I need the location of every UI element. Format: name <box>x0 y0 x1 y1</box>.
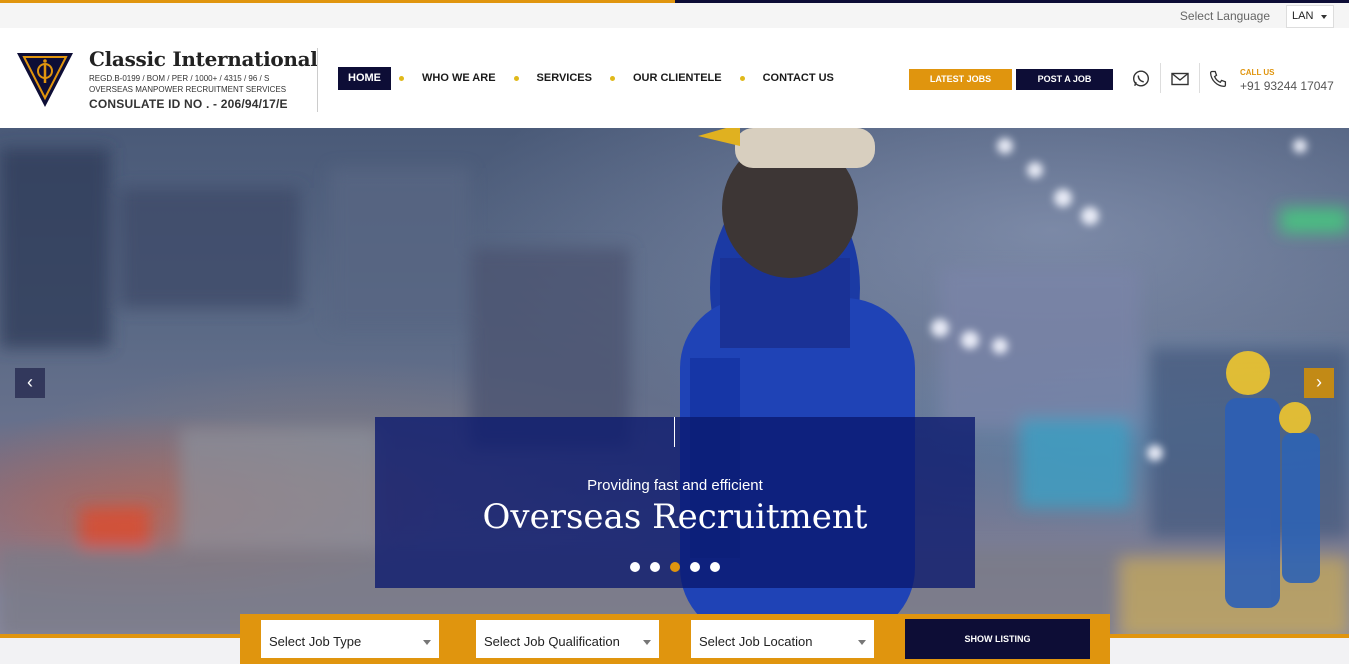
brand-registration: REGD.B-0199 / BOM / PER / 1000+ / 4315 /… <box>89 74 270 83</box>
language-selected: LAN <box>1292 10 1314 22</box>
chevron-down-icon <box>643 640 651 645</box>
job-type-placeholder: Select Job Type <box>269 634 362 649</box>
main-nav: HOME WHO WE ARE SERVICES OUR CLIENTELE C… <box>338 67 844 90</box>
caption-line <box>674 417 675 447</box>
job-location-select[interactable]: Select Job Location <box>691 620 874 658</box>
chevron-down-icon <box>858 640 866 645</box>
job-qualification-select[interactable]: Select Job Qualification <box>476 620 659 658</box>
slider-dot[interactable] <box>630 562 640 572</box>
chevron-down-icon <box>423 640 431 645</box>
language-select[interactable]: LAN <box>1286 5 1334 28</box>
nav-our-clientele[interactable]: OUR CLIENTELE <box>623 67 732 90</box>
language-label: Select Language <box>1179 9 1270 23</box>
latest-jobs-button[interactable]: LATEST JOBS <box>909 69 1012 90</box>
icon-divider <box>1199 63 1200 93</box>
chevron-left-icon: ‹ <box>27 372 33 392</box>
nav-separator <box>609 76 615 81</box>
nav-contact-us[interactable]: CONTACT US <box>753 67 844 90</box>
slider-dot[interactable] <box>710 562 720 572</box>
hero-slider: ‹ › Providing fast and efficient Oversea… <box>0 128 1349 638</box>
icon-divider <box>1160 63 1161 93</box>
site-header: Classic International REGD.B-0199 / BOM … <box>0 28 1349 128</box>
header-divider <box>317 48 318 112</box>
consulate-id: CONSULATE ID NO . - 206/94/17/E <box>89 97 288 111</box>
nav-services[interactable]: SERVICES <box>527 67 602 90</box>
logo-icon[interactable] <box>15 50 75 110</box>
chevron-right-icon: › <box>1316 372 1322 392</box>
whatsapp-icon[interactable] <box>1131 69 1151 89</box>
job-type-select[interactable]: Select Job Type <box>261 620 439 658</box>
job-location-placeholder: Select Job Location <box>699 634 813 649</box>
mail-icon[interactable] <box>1170 69 1190 89</box>
call-us-label: CALL US <box>1240 68 1275 77</box>
nav-home[interactable]: HOME <box>338 67 391 90</box>
nav-who-we-are[interactable]: WHO WE ARE <box>412 67 506 90</box>
hero-subheading: Providing fast and efficient <box>587 477 763 494</box>
slider-prev-button[interactable]: ‹ <box>15 368 45 398</box>
slider-dot-active[interactable] <box>670 562 680 572</box>
job-qualification-placeholder: Select Job Qualification <box>484 634 620 649</box>
post-job-button[interactable]: POST A JOB <box>1016 69 1113 90</box>
brand-name[interactable]: Classic International <box>89 47 318 71</box>
chevron-down-icon <box>1321 15 1327 19</box>
show-listing-button[interactable]: SHOW LISTING <box>905 619 1090 659</box>
slider-pagination <box>375 562 975 572</box>
slider-next-button[interactable]: › <box>1304 368 1334 398</box>
slider-dot[interactable] <box>690 562 700 572</box>
job-search-bar: Select Job Type Select Job Qualification… <box>240 614 1110 664</box>
nav-separator <box>739 76 745 81</box>
phone-icon[interactable] <box>1208 69 1228 89</box>
brand-subtitle: OVERSEAS MANPOWER RECRUITMENT SERVICES <box>89 85 287 94</box>
nav-separator <box>513 76 519 81</box>
slider-dot[interactable] <box>650 562 660 572</box>
phone-number[interactable]: +91 93244 17047 <box>1240 79 1334 93</box>
hero-heading: Overseas Recruitment <box>482 497 868 537</box>
hero-caption-box: Providing fast and efficient Overseas Re… <box>375 417 975 588</box>
nav-separator <box>399 76 404 81</box>
language-bar: Select Language LAN <box>0 3 1349 28</box>
